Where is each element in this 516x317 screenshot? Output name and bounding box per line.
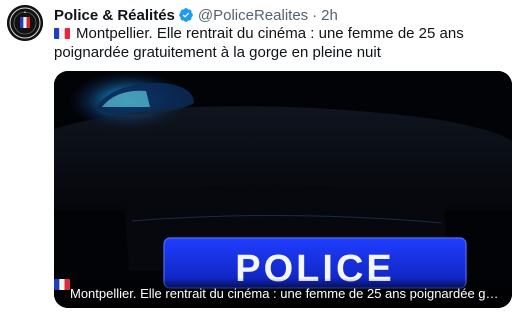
tweet-body: Montpellier. Elle rentrait du cinéma : u… [54,24,509,62]
france-flag-icon [54,27,70,40]
author-name[interactable]: Police & Réalités [54,7,175,24]
tweet-text: Montpellier. Elle rentrait du cinéma : u… [54,25,464,61]
tweet-timestamp[interactable]: 2h [321,7,338,24]
media-caption: Montpellier. Elle rentrait du cinéma : u… [70,285,502,301]
tweet-media-card[interactable]: POLICE Montpellier. Elle rentrait du cin… [54,71,512,308]
author-handle[interactable]: @PoliceRealites [198,7,308,24]
media-caption-bar: Montpellier. Elle rentrait du cinéma : u… [54,278,512,308]
separator-dot: · [312,6,318,24]
author-avatar[interactable] [7,5,43,41]
tweet-header: Police & Réalités @PoliceRealites · 2h [54,5,338,25]
police-realites-logo [7,5,43,41]
verified-badge-icon [178,7,194,23]
police-car-image: POLICE [54,71,512,308]
